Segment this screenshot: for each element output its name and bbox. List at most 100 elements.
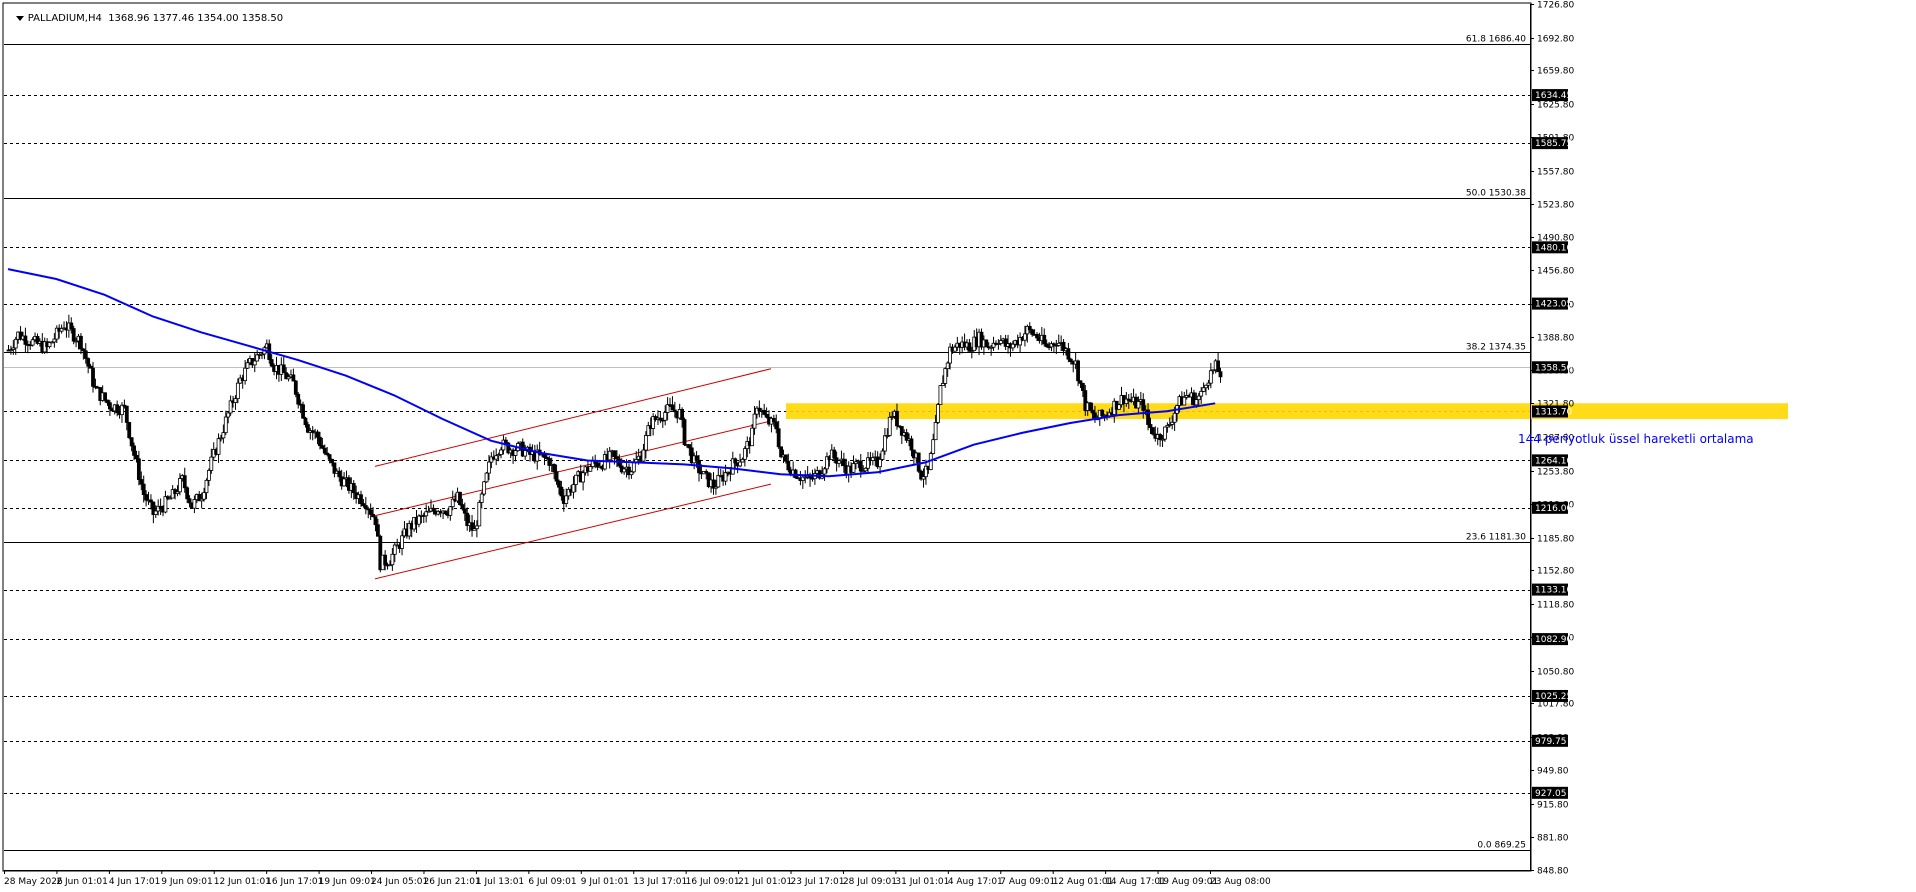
time-axis-label: 4 Aug 17:01 [948,877,1003,887]
candle-body [187,498,192,504]
candle-body [115,404,120,414]
candle-body [554,471,559,482]
candle-body [822,468,827,475]
price-tag-label: 979.75 [1535,737,1567,747]
candle [938,385,943,405]
candle-body [680,409,685,420]
candle [470,514,474,537]
candle-body [462,508,467,514]
candle-body [400,535,404,549]
candle [535,444,540,470]
candle-body [216,438,221,455]
candle-body [670,404,675,411]
candle-body [431,507,436,512]
candle-body [851,463,856,473]
candle-body [738,461,742,467]
channel-line [374,368,772,467]
fibo-level-label: 38.2 1374.35 [1466,343,1526,353]
ohlc-readout: 1368.96 1377.46 1354.00 1358.50 [108,13,284,24]
symbol-timeframe: PALLADIUM,H4 [27,13,102,24]
candle-body [631,462,636,473]
price-axis-label: 1625.80 [1537,101,1574,111]
candle [793,468,798,479]
candle-body [733,458,738,464]
candle [984,339,989,348]
candle-body [124,405,129,423]
time-axis-label: 4 Jun 17:01 [109,877,160,887]
candle-body [682,419,687,446]
time-axis-label: 1 Jul 13:01 [476,877,524,887]
candle-body [503,439,508,444]
candle-body [487,461,491,474]
candle-body [694,455,699,461]
candle-body [1136,401,1141,409]
candle [1018,332,1023,353]
candle-body [858,460,863,472]
fibo-level-label: 61.8 1686.40 [1466,35,1526,45]
candle [86,357,91,374]
candle-body [776,428,781,448]
chart-header: PALLADIUM,H4 1368.96 1377.46 1354.00 135… [3,2,283,35]
candle-body [984,339,989,348]
candle-body [458,491,462,506]
candle-body [479,493,484,503]
candle-body [1201,387,1206,392]
price-tag-label: 1585.75 [1535,139,1572,149]
candle [1182,391,1187,406]
candle-body [1080,382,1085,391]
candle-body [663,412,668,421]
candle-body [1199,390,1204,397]
dropdown-triangle-icon[interactable] [15,15,24,21]
ema-144-line [7,268,1216,478]
candle-body [448,506,453,516]
time-axis-label: 28 Jul 09:01 [843,877,897,887]
candle-body [513,450,518,456]
candle-body [953,346,957,352]
candle-body [607,450,612,461]
candle-body [127,422,132,439]
chart-area[interactable]: 61.8 1686.40 50.0 1530.38 38.2 1374.35 23.6… [0,0,1916,888]
candle [762,403,767,416]
candle-body [494,455,499,460]
price-tag-label: 1634.45 [1535,91,1572,101]
candle-body [375,524,380,537]
price-axis-label: 1659.80 [1537,67,1574,77]
candle-body [998,340,1003,344]
candle [291,368,296,382]
candle-body [293,380,298,395]
candle-body [373,516,378,526]
channel-line [374,420,772,517]
candle-body [909,438,914,451]
candle-body [129,437,134,447]
candle-body [643,435,648,451]
fibo-level-label: 0.0 869.25 [1477,841,1526,851]
candle-body [484,472,489,483]
price-tag-label: 1133.10 [1535,586,1572,596]
candle-body [141,483,146,495]
candle [228,395,233,416]
candle-body [252,360,257,366]
candle-body [895,410,899,427]
candle-body [1141,399,1146,411]
candle-body [1076,360,1080,382]
candle-body [752,413,757,429]
price-axis-label: 1253.80 [1537,468,1574,478]
time-axis-label: 16 Jun 17:01 [266,877,323,887]
candle-body [931,439,936,454]
price-axis-label: 1692.80 [1537,35,1574,45]
candle-body [281,364,286,374]
ema-annotation: 144 periyotluk üssel hareketli ortalama [1518,432,1754,446]
candle-body [557,480,561,488]
candle-body [108,402,112,410]
candle-body [938,385,943,405]
candle-body [622,468,627,473]
candle [477,500,482,527]
candle-body [192,499,197,509]
price-tag-label: 1264.10 [1535,456,1572,466]
candle-body [221,432,226,439]
candle-body [233,398,238,403]
candle [1003,334,1008,350]
candle-body [1042,334,1047,345]
price-tag-label: 927.05 [1535,789,1567,799]
price-chart[interactable]: 61.8 1686.40 50.0 1530.38 38.2 1374.35 23.6… [0,0,1916,888]
